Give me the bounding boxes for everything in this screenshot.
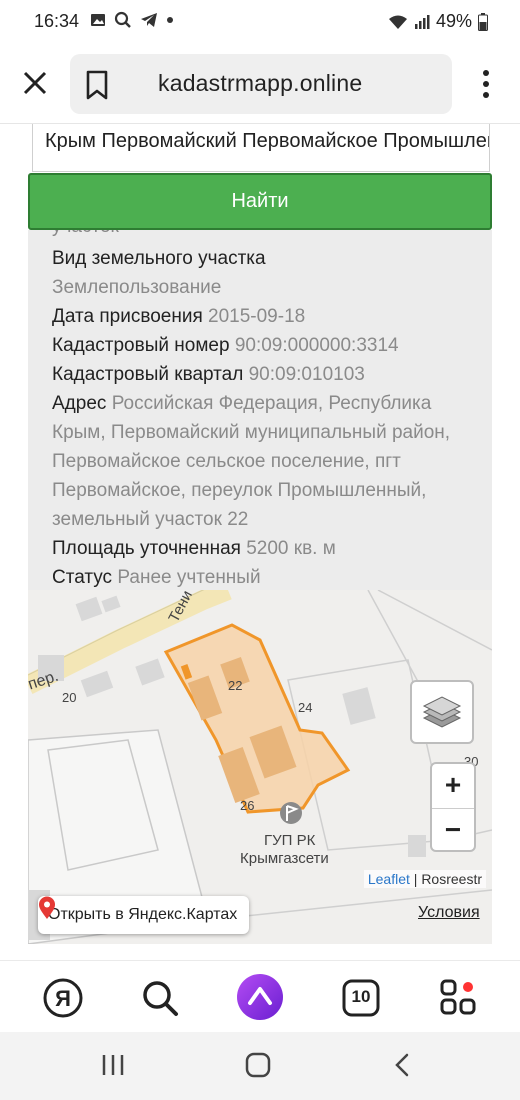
more-vert-icon[interactable] [474, 66, 498, 102]
browser-toolbar: kadastrmapp.online [0, 44, 520, 124]
tabs-count: 10 [351, 987, 371, 1006]
search-row: Крым Первомайский Первомайское Промышлен… [28, 124, 492, 174]
search-icon [114, 11, 131, 28]
screen: { "status_bar": { "time": "16:34", "batt… [0, 0, 520, 1100]
info-rows: Вид земельного участка Землепользование … [52, 244, 472, 590]
map-canvas[interactable] [28, 590, 492, 944]
search-input[interactable]: Крым Первомайский Первомайское Промышлен… [32, 124, 490, 172]
battery-icon [478, 12, 488, 31]
dot-icon [167, 17, 173, 23]
house-number-26: 26 [240, 798, 255, 813]
house-number-20: 20 [62, 690, 77, 705]
image-icon [91, 14, 105, 26]
info-row-date: Дата присвоения 2015-09-18 [52, 306, 306, 327]
find-button[interactable]: Найти [28, 173, 492, 230]
system-nav-bar [0, 1032, 520, 1100]
alice-icon[interactable] [236, 973, 284, 1021]
info-row-address: Адрес Российская Федерация, Республика К… [52, 393, 451, 530]
back-icon[interactable] [386, 1050, 420, 1080]
svg-text:Я: Я [55, 986, 71, 1011]
browser-bottom-nav: Я 10 [0, 960, 520, 1032]
address-bar[interactable]: kadastrmapp.online [70, 54, 452, 114]
page-content: Крым Первомайский Первомайское Промышле н… [28, 124, 492, 944]
leaflet-link[interactable]: Leaflet [368, 871, 410, 887]
terms-link[interactable]: Условия [418, 904, 480, 922]
signal-icon [414, 14, 430, 29]
services-icon[interactable] [436, 975, 482, 1021]
open-yandex-maps-label: Открыть в Яндекс.Картах [48, 906, 238, 923]
status-time: 16:34 [34, 11, 80, 31]
bookmark-icon[interactable] [84, 70, 110, 100]
yandex-icon[interactable]: Я [40, 975, 86, 1021]
zoom-in-button[interactable]: + [432, 764, 474, 808]
telegram-icon [141, 13, 157, 27]
info-row-cadastral-number: Кадастровый номер 90:09:000000:3314 [52, 335, 399, 356]
tabs-button[interactable]: 10 [338, 975, 384, 1021]
layers-icon [422, 696, 462, 728]
info-row-area: Площадь уточненная 5200 кв. м [52, 538, 336, 559]
zoom-out-button[interactable]: − [432, 808, 474, 852]
notification-icons [90, 11, 174, 29]
home-icon[interactable] [241, 1050, 275, 1080]
poi-label-line2: Крымгазсети [240, 850, 329, 867]
layers-button[interactable] [410, 680, 474, 744]
house-number-24: 24 [298, 700, 313, 715]
poi-label-line1: ГУП РК [264, 832, 316, 849]
info-cut-text: участок [52, 230, 119, 241]
map-attribution: Leaflet | Rosreestr [363, 870, 486, 888]
search-icon[interactable] [137, 975, 183, 1021]
info-row-type: Вид земельного участка [52, 248, 266, 269]
status-bar: 16:34 49% [0, 0, 520, 44]
zoom-control: + − [430, 762, 476, 852]
battery-percent: 49% [435, 11, 472, 31]
open-yandex-maps-button[interactable]: Открыть в Яндекс.Картах [38, 896, 250, 934]
house-number-22: 22 [228, 678, 243, 693]
close-icon[interactable] [18, 66, 52, 100]
cadastral-map[interactable]: Тени пер. 20 22 24 26 30 ГУП РК Крымгазс… [28, 590, 492, 944]
map-pin-icon [39, 896, 55, 919]
recents-icon[interactable] [96, 1050, 130, 1080]
system-status: 49% [388, 11, 488, 32]
wifi-icon [388, 15, 407, 29]
parcel-info-panel: участок Вид земельного участка Землеполь… [28, 230, 492, 590]
rosreestr-attribution: Rosreestr [421, 871, 482, 887]
info-row-cadastral-quarter: Кадастровый квартал 90:09:010103 [52, 364, 365, 385]
info-row-status: Статус Ранее учтенный [52, 567, 261, 588]
url-text: kadastrmapp.online [158, 70, 363, 96]
info-row-type-value: Землепользование [52, 277, 222, 298]
